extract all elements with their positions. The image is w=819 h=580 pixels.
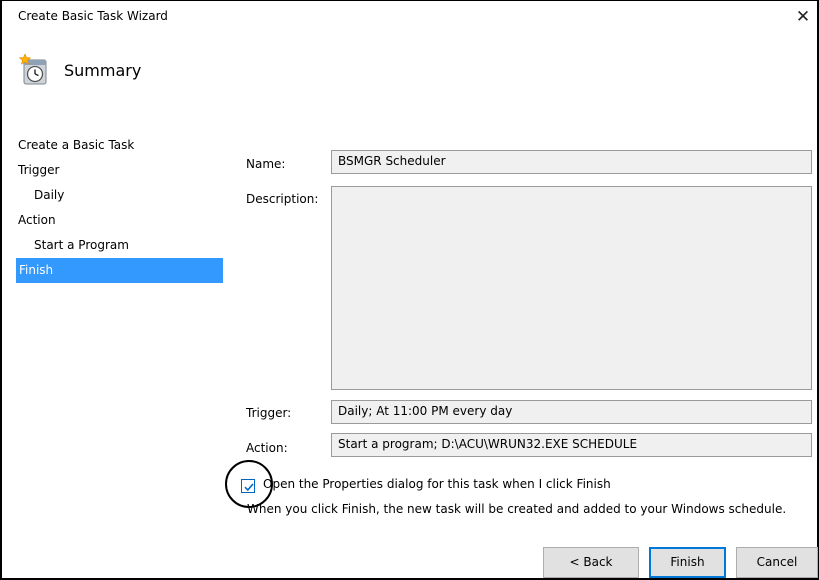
description-field[interactable] [331,186,812,390]
open-properties-label[interactable]: Open the Properties dialog for this task… [263,477,611,491]
action-field[interactable]: Start a program; D:\ACU\WRUN32.EXE SCHED… [331,433,812,457]
back-button[interactable]: < Back [543,547,639,578]
finish-button[interactable]: Finish [649,547,726,578]
name-label: Name: [246,157,286,171]
action-label: Action: [246,441,288,455]
trigger-label: Trigger: [246,406,292,420]
step-daily: Daily [34,188,65,202]
wizard-window: Create Basic Task Wizard ✕ Summary Creat… [0,0,819,580]
step-action: Action [18,213,56,227]
page-title: Summary [64,61,142,80]
window-title: Create Basic Task Wizard [18,9,168,23]
cancel-button[interactable]: Cancel [736,547,818,578]
step-finish: Finish [16,258,223,283]
checkmark-icon [244,483,254,492]
step-start-a-program: Start a Program [34,238,129,252]
name-field[interactable]: BSMGR Scheduler [331,150,812,174]
task-scheduler-clock-icon [18,53,52,88]
close-icon[interactable]: ✕ [789,7,817,29]
open-properties-checkbox[interactable] [241,479,255,493]
title-bar: Create Basic Task Wizard ✕ [2,1,817,35]
step-create-basic-task: Create a Basic Task [18,138,135,152]
wizard-steps-list: Create a Basic Task Trigger Daily Action… [16,133,223,283]
trigger-field[interactable]: Daily; At 11:00 PM every day [331,400,812,424]
step-trigger: Trigger [18,163,60,177]
description-label: Description: [246,192,319,206]
finish-info-text: When you click Finish, the new task will… [247,502,787,516]
